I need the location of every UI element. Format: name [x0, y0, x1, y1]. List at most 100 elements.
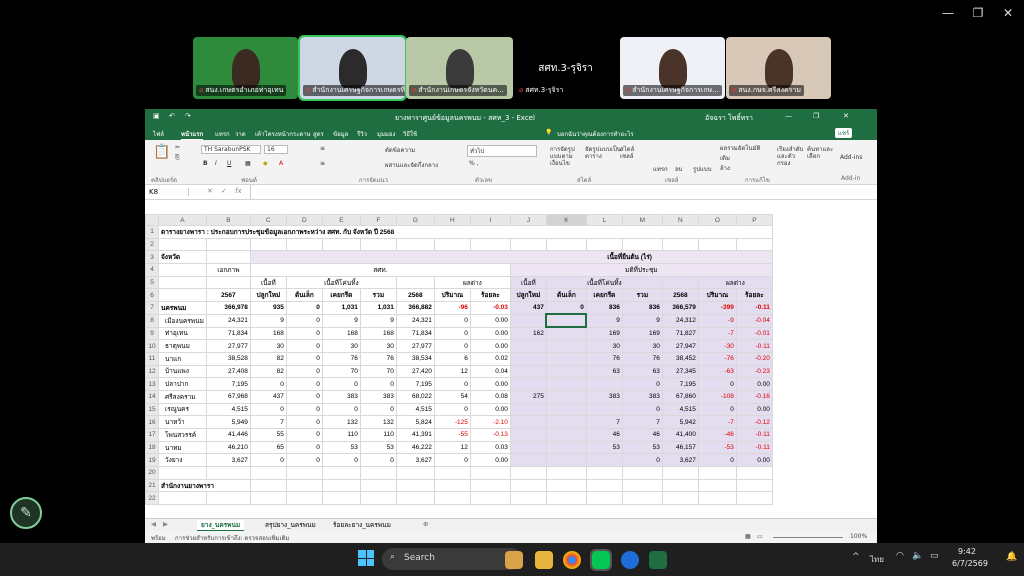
data-cell[interactable]: 169: [621, 326, 663, 341]
cell[interactable]: [395, 491, 435, 506]
column-header[interactable]: J: [509, 214, 547, 226]
data-cell[interactable]: 383: [321, 389, 361, 404]
language-indicator[interactable]: ไทย: [870, 553, 884, 566]
cell[interactable]: [395, 275, 435, 290]
data-cell[interactable]: 110: [321, 428, 361, 442]
data-cell[interactable]: 63: [585, 364, 623, 379]
minimize-icon[interactable]: —: [938, 6, 958, 20]
data-cell[interactable]: 7,195: [205, 377, 251, 391]
cell[interactable]: [158, 275, 207, 290]
data-cell[interactable]: 5,942: [661, 415, 699, 429]
data-cell[interactable]: 275: [509, 389, 547, 404]
data-cell[interactable]: -0.23: [735, 364, 773, 379]
cell[interactable]: [585, 237, 623, 252]
cell[interactable]: [321, 478, 361, 493]
header-cut[interactable]: เนื้อที่โค่นทิ้ง: [285, 275, 397, 290]
district-name[interactable]: เมืองนครพนม: [158, 313, 207, 328]
data-cell[interactable]: 3,627: [205, 453, 251, 468]
data-cell[interactable]: 0.00: [735, 377, 773, 391]
row-header[interactable]: 22: [145, 491, 159, 506]
cell[interactable]: [158, 288, 207, 303]
data-cell[interactable]: 0.03: [469, 440, 511, 455]
data-cell[interactable]: [545, 351, 587, 366]
data-cell[interactable]: 132: [359, 415, 397, 429]
data-cell[interactable]: 82: [249, 364, 287, 379]
data-cell[interactable]: 46: [585, 428, 623, 442]
view-layout-icon[interactable]: ▭: [757, 533, 763, 540]
data-cell[interactable]: [545, 364, 587, 379]
data-cell[interactable]: 46,157: [661, 440, 699, 455]
font-color-icon[interactable]: A: [279, 160, 283, 167]
data-cell[interactable]: 67,968: [205, 389, 251, 404]
cell[interactable]: [359, 466, 397, 480]
data-cell[interactable]: -0.20: [735, 351, 773, 366]
cell[interactable]: [285, 466, 323, 480]
borders-icon[interactable]: ▦: [245, 160, 251, 167]
data-cell[interactable]: 1,031: [321, 301, 361, 315]
data-cell[interactable]: 41,391: [395, 428, 435, 442]
data-cell[interactable]: 4,515: [661, 402, 699, 417]
column-label[interactable]: ต้นเล็ก: [285, 288, 323, 303]
data-cell[interactable]: -96: [433, 301, 471, 315]
notification-icon[interactable]: 🔔: [1006, 552, 1017, 562]
chrome-icon[interactable]: [563, 551, 581, 569]
cell[interactable]: [321, 237, 361, 252]
cell[interactable]: [545, 478, 587, 493]
data-cell[interactable]: 132: [321, 415, 361, 429]
row-header[interactable]: 8: [145, 313, 159, 328]
ribbon-tab[interactable]: ไฟล์: [153, 129, 164, 139]
accessibility-status[interactable]: การช่วยสำหรับการเข้าถึง: ตรวจสอบเพิ่มเติ…: [175, 533, 289, 543]
data-cell[interactable]: 935: [249, 301, 287, 315]
row-header[interactable]: 18: [145, 440, 159, 455]
cell[interactable]: [285, 491, 323, 506]
column-header[interactable]: A: [158, 214, 207, 226]
row-header[interactable]: 9: [145, 326, 159, 341]
row-header[interactable]: 15: [145, 402, 159, 417]
share-button[interactable]: แชร์: [835, 128, 853, 138]
video-tile[interactable]: ⌀ สนง.กษจ.ศรีสงคราม: [726, 37, 831, 99]
data-cell[interactable]: 38,528: [205, 351, 251, 366]
data-cell[interactable]: 4,515: [205, 402, 251, 417]
data-cell[interactable]: [509, 339, 547, 353]
data-cell[interactable]: 0: [433, 339, 471, 353]
data-cell[interactable]: [509, 351, 547, 366]
data-cell[interactable]: 5,824: [395, 415, 435, 429]
cell[interactable]: [585, 478, 623, 493]
battery-icon[interactable]: ▭: [930, 551, 939, 561]
enter-icon[interactable]: ✓: [221, 187, 227, 195]
cell[interactable]: [249, 237, 287, 252]
row-header[interactable]: 12: [145, 364, 159, 379]
zoom-app-icon[interactable]: [621, 551, 639, 569]
data-cell[interactable]: 9: [585, 313, 623, 328]
data-cell[interactable]: [585, 377, 623, 391]
district-name[interactable]: ท่าอุเทน: [158, 326, 207, 341]
data-cell[interactable]: [545, 377, 587, 391]
data-cell[interactable]: 27,977: [395, 339, 435, 353]
sheet-tab[interactable]: ร้อยละยาง_นครพนม: [329, 520, 395, 530]
data-cell[interactable]: [545, 440, 587, 455]
data-cell[interactable]: 27,345: [661, 364, 699, 379]
data-cell[interactable]: 7,195: [395, 377, 435, 391]
tray-chevron-icon[interactable]: ^: [852, 552, 860, 562]
data-cell[interactable]: [509, 428, 547, 442]
data-cell[interactable]: -7: [697, 326, 737, 341]
data-cell[interactable]: 0.00: [469, 377, 511, 391]
data-cell[interactable]: 30: [321, 339, 361, 353]
row-header[interactable]: 2: [145, 237, 159, 252]
close-icon[interactable]: ✕: [998, 6, 1018, 20]
user-name[interactable]: อัจฉรา โพธิ์ทรา: [705, 113, 753, 124]
data-cell[interactable]: 27,977: [205, 339, 251, 353]
active-cell[interactable]: [545, 313, 588, 328]
zoom-level[interactable]: 100%: [850, 533, 867, 540]
data-cell[interactable]: 0: [697, 453, 737, 468]
column-label[interactable]: 2568: [661, 288, 699, 303]
data-cell[interactable]: -0.11: [735, 428, 773, 442]
cancel-icon[interactable]: ✕: [207, 187, 213, 195]
data-cell[interactable]: -0.04: [735, 313, 773, 328]
data-cell[interactable]: 24,321: [395, 313, 435, 328]
add-sheet-icon[interactable]: ⊕: [423, 520, 428, 528]
data-cell[interactable]: 0.00: [469, 313, 511, 328]
column-label[interactable]: ปริมาณ: [697, 288, 737, 303]
data-cell[interactable]: 0.00: [469, 453, 511, 468]
column-header[interactable]: H: [433, 214, 471, 226]
